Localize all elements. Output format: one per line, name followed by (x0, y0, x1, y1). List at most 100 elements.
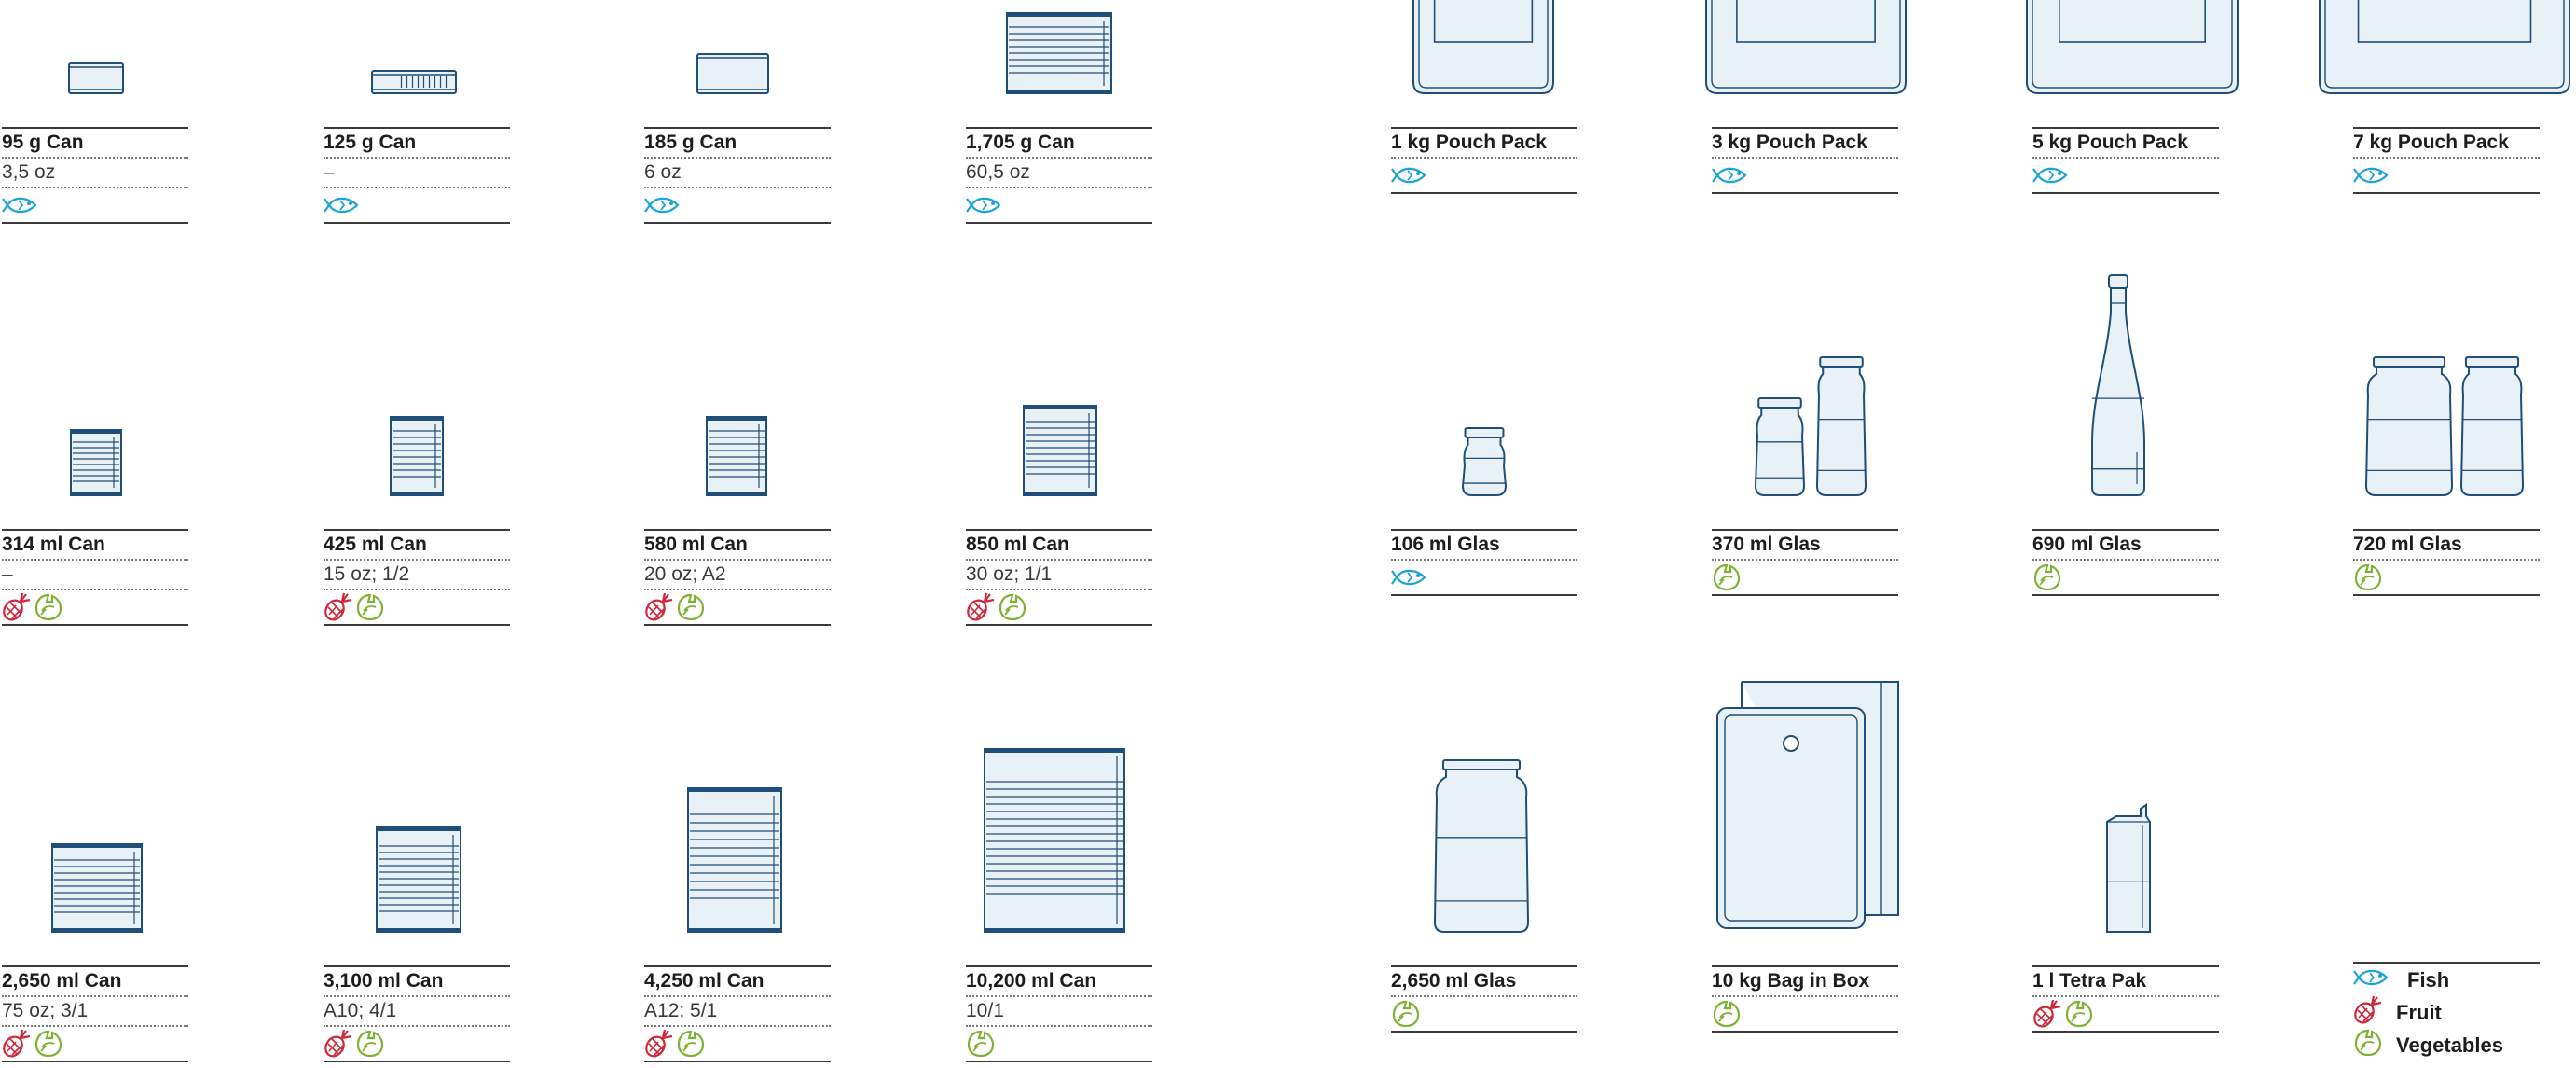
product-size-alt: 75 oz; 3/1 (2, 1000, 89, 1021)
divider-bottom (1712, 594, 1898, 596)
category-icons (2, 1027, 188, 1061)
product-size-alt: 15 oz; 1/2 (324, 563, 410, 585)
pineapple-icon (2353, 995, 2383, 1031)
divider-bottom (2, 222, 188, 224)
product-title: 10,200 ml Can (966, 970, 1097, 992)
category-icons (1391, 159, 1577, 192)
product-illustration (2364, 355, 2525, 502)
product-illustration (69, 428, 123, 502)
category-icons (2032, 561, 2219, 594)
category-icons (2353, 159, 2540, 192)
category-icons (324, 1027, 510, 1061)
artichoke-icon (2064, 999, 2094, 1029)
category-icons (324, 188, 510, 222)
product-illustration (389, 415, 445, 502)
product-card: 4,250 ml Can A12; 5/1 (644, 787, 831, 1062)
product-title: 1,705 g Can (966, 132, 1075, 153)
category-icons (1391, 561, 1577, 594)
category-icons (2032, 159, 2219, 192)
product-illustration (1461, 426, 1508, 502)
legend-item-fruit: Fruit (2353, 995, 2540, 1031)
artichoke-icon (34, 592, 63, 622)
divider-bottom (1391, 594, 1577, 596)
product-card: 425 ml Can 15 oz; 1/2 (324, 416, 510, 626)
artichoke-icon (1712, 562, 1742, 592)
product-illustration (696, 52, 770, 100)
product-card: 125 g Can – (324, 70, 510, 224)
product-size-alt: A10; 4/1 (324, 1000, 397, 1021)
pineapple-icon (966, 592, 996, 622)
divider-bottom (2353, 192, 2540, 194)
product-card: 106 ml Glas (1391, 427, 1577, 596)
product-title: 5 kg Pouch Pack (2032, 132, 2188, 153)
product-title: 106 ml Glas (1391, 534, 1500, 555)
product-size-alt: 10/1 (966, 1000, 1004, 1021)
product-card: 1 l Tetra Pak (2032, 803, 2219, 1033)
divider-bottom (1391, 192, 1577, 194)
fish-icon (1391, 565, 1432, 589)
product-illustration (370, 69, 458, 100)
category-icons (966, 590, 1152, 624)
product-title: 425 ml Can (324, 534, 427, 555)
product-card: 370 ml Glas (1712, 356, 1898, 596)
product-card: 3 kg Pouch Pack (1705, 0, 1907, 194)
product-title: 3,100 ml Can (324, 970, 444, 992)
fish-icon (1712, 163, 1753, 187)
divider-bottom (2032, 594, 2219, 596)
product-illustration (1005, 11, 1113, 100)
product-illustration (67, 62, 125, 100)
fish-icon (2032, 163, 2073, 187)
product-illustration (983, 747, 1126, 938)
legend-label-vegetables: Vegetables (2396, 1033, 2503, 1057)
product-title: 4,250 ml Can (644, 970, 765, 992)
category-icons (644, 188, 831, 222)
product-card: 2,650 ml Can 75 oz; 3/1 (2, 843, 188, 1062)
product-title: 580 ml Can (644, 534, 748, 555)
divider-bottom (966, 222, 1152, 224)
pineapple-icon (644, 592, 674, 622)
divider-bottom (966, 1061, 1152, 1062)
artichoke-icon (966, 1029, 996, 1059)
product-title: 690 ml Glas (2032, 534, 2142, 555)
divider-bottom (2032, 192, 2219, 194)
artichoke-icon (2353, 562, 2383, 592)
product-title: 1 kg Pouch Pack (1391, 132, 1547, 153)
divider-bottom (644, 222, 831, 224)
product-card: 3,100 ml Can A10; 4/1 (324, 826, 510, 1062)
product-size-alt: 30 oz; 1/1 (966, 563, 1053, 585)
category-icons (324, 590, 510, 624)
pineapple-icon (324, 1029, 353, 1059)
product-title: 2,650 ml Glas (1391, 970, 1517, 992)
divider-bottom (324, 1061, 510, 1062)
product-card: 10 kg Bag in Box (1712, 681, 1899, 1033)
divider-bottom (644, 1061, 831, 1062)
pineapple-icon (2032, 999, 2062, 1029)
product-size-alt: 6 oz (644, 161, 682, 183)
artichoke-icon (676, 592, 706, 622)
product-illustration (1754, 355, 1867, 502)
product-illustration (2316, 0, 2573, 100)
product-title: 314 ml Can (2, 534, 105, 555)
product-card: 1 kg Pouch Pack (1391, 0, 1577, 194)
artichoke-icon (355, 1029, 385, 1059)
divider-bottom (1712, 192, 1898, 194)
product-illustration (375, 825, 462, 938)
product-title: 1 l Tetra Pak (2032, 970, 2147, 992)
product-illustration (1410, 0, 1557, 100)
product-card: 95 g Can 3,5 oz (2, 62, 188, 224)
product-illustration (1714, 678, 1904, 938)
divider-bottom (324, 222, 510, 224)
product-size-alt: – (2, 563, 13, 585)
product-title: 7 kg Pouch Pack (2353, 132, 2509, 153)
product-size-alt: 20 oz; A2 (644, 563, 726, 585)
category-icons (644, 590, 831, 624)
product-illustration (1433, 758, 1530, 938)
artichoke-icon (998, 592, 1027, 622)
product-size-alt: – (324, 161, 335, 183)
product-illustration (705, 415, 768, 502)
artichoke-icon (676, 1029, 706, 1059)
fish-icon (644, 193, 685, 217)
fish-icon (324, 193, 365, 217)
product-card: 314 ml Can – (2, 429, 188, 626)
divider-bottom (966, 624, 1152, 626)
